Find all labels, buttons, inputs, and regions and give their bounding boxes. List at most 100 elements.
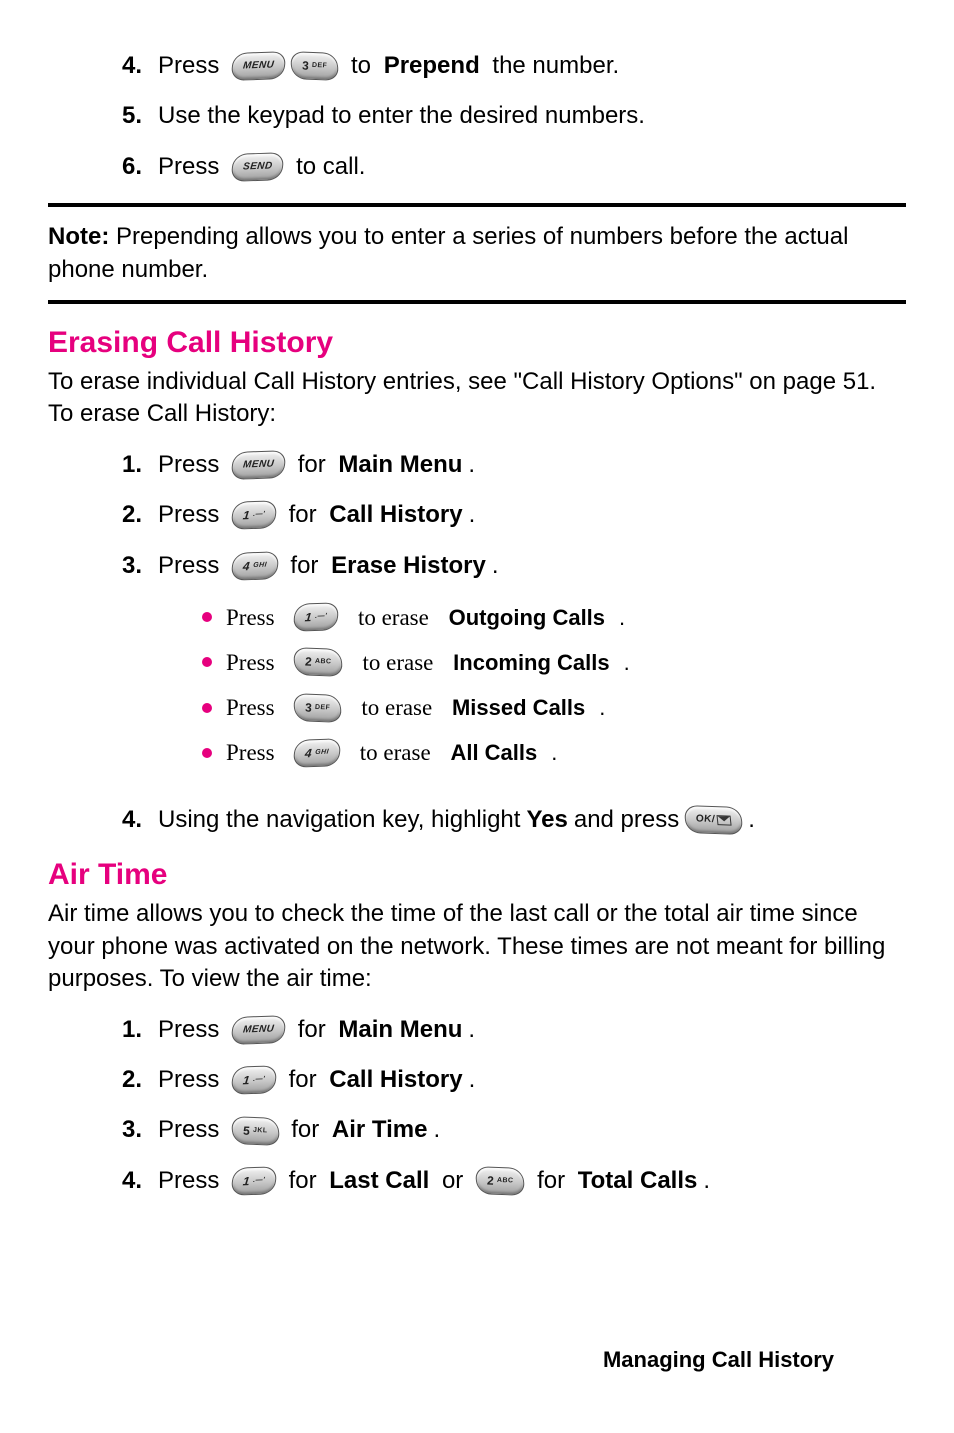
erase-steps-list: 1. Press MENU for Main Menu. 2. Press 1.… <box>48 449 906 837</box>
note-text: Prepending allows you to enter a series … <box>48 223 848 282</box>
paragraph: To erase individual Call History entries… <box>48 366 906 431</box>
highlight-yes: Yes <box>526 804 567 836</box>
text: to erase <box>354 737 436 768</box>
dot: . <box>624 648 630 678</box>
text: for <box>284 550 325 582</box>
note-block: Note: Prepending allows you to enter a s… <box>48 221 906 286</box>
text: Press <box>158 449 226 481</box>
step-number: 2. <box>118 499 142 531</box>
send-key-icon: SEND <box>230 152 285 182</box>
text: to erase <box>357 647 439 678</box>
text: Press <box>226 737 280 768</box>
target: Erase History <box>331 550 486 582</box>
ok-key-icon: OK/ <box>684 805 744 835</box>
step-6: 6. Press SEND to call. <box>118 151 906 183</box>
text: Press <box>226 647 280 678</box>
divider <box>48 203 906 207</box>
target: Incoming Calls <box>453 648 609 678</box>
dot: . <box>703 1165 710 1197</box>
text: Press <box>158 499 226 531</box>
target: All Calls <box>450 738 537 768</box>
target: Call History <box>329 499 462 531</box>
target: Last Call <box>329 1165 429 1197</box>
key-2-icon: 2ABC <box>293 648 345 678</box>
note-label: Note: <box>48 223 109 250</box>
bullet-missed: Press 3DEF to erase Missed Calls. <box>202 692 630 723</box>
erase-step-3: 3. Press 4GHI for Erase History. Press 1… <box>118 550 906 787</box>
key-1-icon: 1.—' <box>230 501 277 531</box>
text: for <box>282 1165 323 1197</box>
text: for <box>530 1165 571 1197</box>
target: Air Time <box>332 1114 428 1146</box>
text: Press <box>158 1114 226 1146</box>
step-number: 6. <box>118 151 142 183</box>
text: for <box>282 1064 323 1096</box>
bullet-icon <box>202 657 212 667</box>
action-prepend: Prepend <box>384 50 480 82</box>
air-steps-list: 1. Press MENU for Main Menu. 2. Press 1.… <box>48 1014 906 1198</box>
text: and press <box>574 804 679 836</box>
bullet-all: Press 4GHI to erase All Calls. <box>202 737 630 768</box>
step-number: 2. <box>118 1064 142 1096</box>
heading-erasing-call-history: Erasing Call History <box>48 326 906 360</box>
bullet-icon <box>202 748 212 758</box>
text: for <box>291 1014 332 1046</box>
page-footer-title: Managing Call History <box>603 1347 834 1373</box>
text: Press <box>158 550 226 582</box>
step-number: 4. <box>118 1165 142 1197</box>
target: Outgoing Calls <box>449 603 605 633</box>
air-step-2: 2. Press 1.—' for Call History. <box>118 1064 906 1096</box>
step-number: 4. <box>118 50 142 82</box>
text: Press <box>158 1165 226 1197</box>
text: Press <box>158 50 226 82</box>
erase-step-4: 4. Using the navigation key, highlight Y… <box>118 804 906 836</box>
air-step-3: 3. Press 5JKL for Air Time. <box>118 1114 906 1146</box>
key-1-icon: 1.—' <box>230 1166 277 1196</box>
divider <box>48 300 906 304</box>
text: to erase <box>352 602 434 633</box>
target: Main Menu <box>338 449 462 481</box>
dot: . <box>468 1014 475 1046</box>
target: Main Menu <box>338 1014 462 1046</box>
erase-step-1: 1. Press MENU for Main Menu. <box>118 449 906 481</box>
dot: . <box>492 550 499 582</box>
step-number: 1. <box>118 1014 142 1046</box>
air-step-1: 1. Press MENU for Main Menu. <box>118 1014 906 1046</box>
text: the number. <box>486 50 619 82</box>
bullet-outgoing: Press 1.—' to erase Outgoing Calls. <box>202 602 630 633</box>
text: Using the navigation key, highlight <box>158 804 520 836</box>
menu-key-icon: MENU <box>230 51 286 81</box>
step-number: 3. <box>118 550 142 582</box>
text: for <box>282 499 323 531</box>
dot: . <box>551 738 557 768</box>
dot: . <box>469 1064 476 1096</box>
target: Total Calls <box>578 1165 698 1197</box>
menu-key-icon: MENU <box>230 1015 286 1045</box>
key-5-icon: 5JKL <box>230 1116 280 1146</box>
step-5: 5. Use the keypad to enter the desired n… <box>118 100 906 132</box>
text: . <box>748 804 755 836</box>
key-4-icon: 4GHI <box>293 738 342 768</box>
text: Press <box>158 1064 226 1096</box>
dot: . <box>619 603 625 633</box>
paragraph: Air time allows you to check the time of… <box>48 898 906 995</box>
erase-sub-bullets: Press 1.—' to erase Outgoing Calls. Pres… <box>158 602 630 782</box>
dot: . <box>433 1114 440 1146</box>
step-number: 3. <box>118 1114 142 1146</box>
key-1-icon: 1.—' <box>293 603 340 633</box>
step-number: 1. <box>118 449 142 481</box>
air-step-4: 4. Press 1.—' for Last Call or 2ABC for … <box>118 1165 906 1197</box>
step-4: 4. Press MENU 3DEF to Prepend the number… <box>118 50 906 82</box>
text: Press <box>226 692 280 723</box>
step-number: 5. <box>118 100 142 132</box>
page-root: 4. Press MENU 3DEF to Prepend the number… <box>0 0 954 1433</box>
text: to <box>344 50 377 82</box>
text: for <box>291 449 332 481</box>
bullet-incoming: Press 2ABC to erase Incoming Calls. <box>202 647 630 678</box>
text: Use the keypad to enter the desired numb… <box>158 100 645 132</box>
text: to call. <box>289 151 365 183</box>
key-2-icon: 2ABC <box>474 1166 526 1196</box>
target: Missed Calls <box>452 693 585 723</box>
dot: . <box>599 693 605 723</box>
dot: . <box>469 499 476 531</box>
